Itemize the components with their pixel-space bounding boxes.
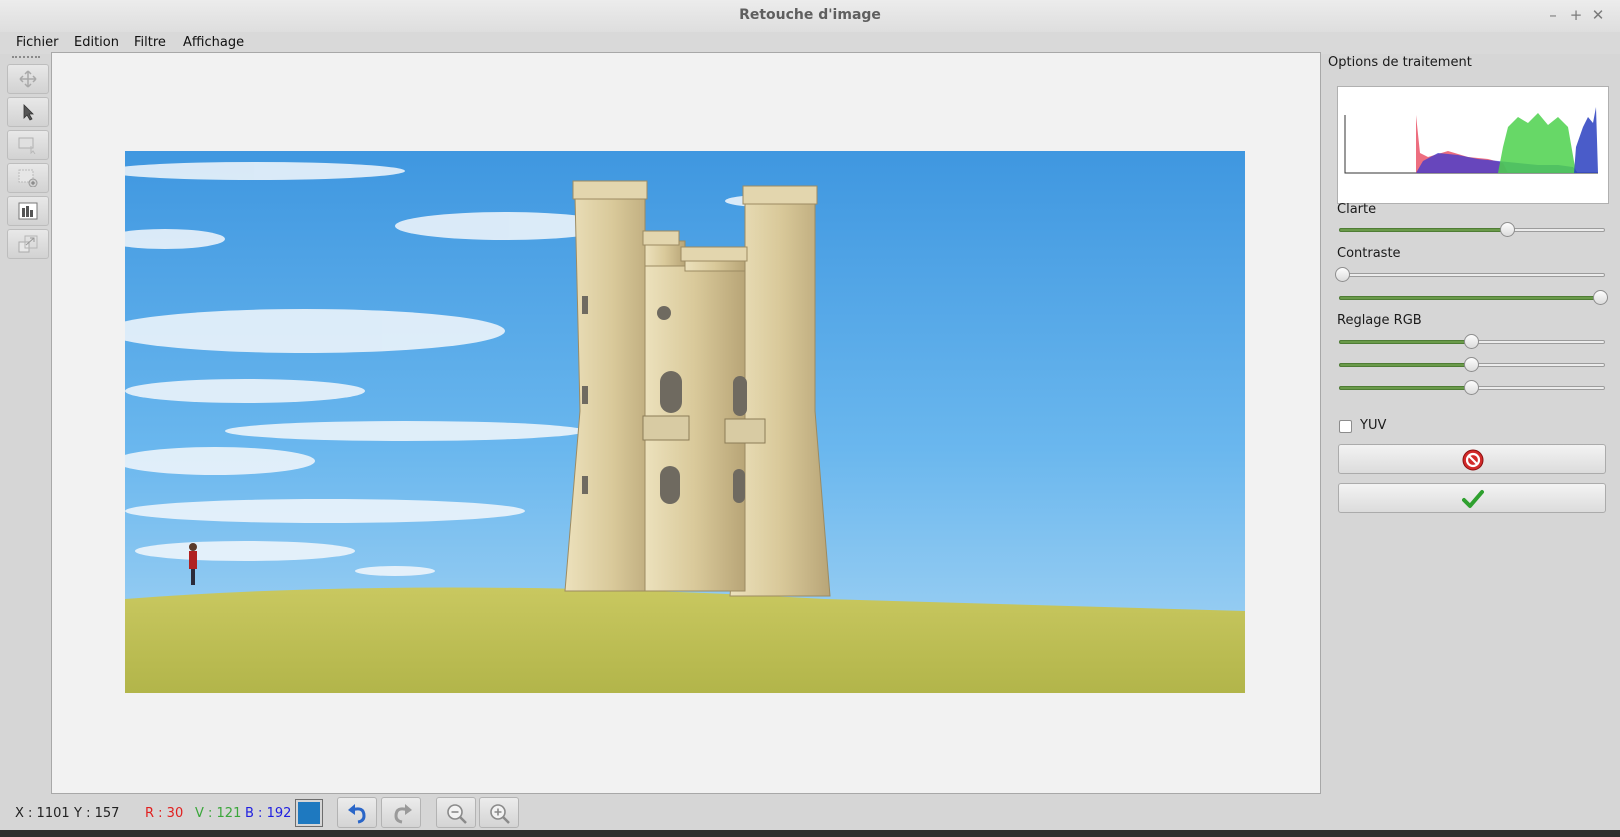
move-tool-button[interactable] — [7, 64, 49, 94]
castle-photo — [125, 151, 1245, 693]
contrast-high-slider-thumb[interactable] — [1593, 290, 1608, 305]
contrast-low-slider[interactable] — [1335, 267, 1605, 283]
zoom-out-button[interactable] — [436, 797, 476, 828]
cursor-x: X : 1101 — [15, 806, 70, 821]
rgb-green-slider-thumb[interactable] — [1464, 357, 1479, 372]
histogram-view — [1337, 86, 1609, 204]
pixel-color-fill — [298, 802, 320, 824]
pixel-color-swatch — [295, 799, 323, 827]
menu-filtre[interactable]: Filtre — [134, 35, 166, 50]
contrast-label: Contraste — [1337, 246, 1401, 261]
redo-icon — [394, 804, 412, 824]
undo-button[interactable] — [337, 797, 377, 828]
apply-button[interactable] — [1338, 483, 1606, 513]
undo-icon — [348, 804, 366, 824]
histogram-icon — [18, 202, 38, 220]
brightness-slider[interactable] — [1339, 222, 1605, 238]
pixel-green: V : 121 — [195, 806, 242, 821]
pointer-icon — [23, 104, 34, 121]
contrast-low-slider-thumb[interactable] — [1335, 267, 1350, 282]
zoom-out-icon — [447, 804, 467, 824]
window-title: Retouche d'image — [739, 7, 881, 23]
rgb-blue-slider[interactable] — [1339, 380, 1605, 396]
cancel-button[interactable] — [1338, 444, 1606, 474]
check-icon — [1462, 490, 1484, 508]
cursor-y: Y : 157 — [74, 806, 120, 821]
status-bar: X : 1101 Y : 157 R : 30 V : 121 B : 192 — [0, 795, 1620, 830]
histogram-tool-button[interactable] — [7, 196, 49, 226]
processing-options-panel: Options de traitement Clarte Contraste R… — [1328, 52, 1616, 792]
maximize-button[interactable]: + — [1567, 6, 1585, 24]
brightness-label: Clarte — [1337, 202, 1377, 217]
selection-rect-icon — [18, 137, 36, 154]
layer-add-icon — [18, 169, 38, 187]
rgb-red-slider-thumb[interactable] — [1464, 334, 1479, 349]
menu-affichage[interactable]: Affichage — [183, 35, 244, 50]
title-bar: Retouche d'image – + ✕ — [0, 0, 1620, 33]
move-icon — [19, 70, 37, 88]
zoom-in-button[interactable] — [479, 797, 519, 828]
select-tool-button[interactable] — [7, 97, 49, 127]
close-button[interactable]: ✕ — [1589, 6, 1607, 24]
brightness-slider-thumb[interactable] — [1500, 222, 1515, 237]
app-window: Retouche d'image – + ✕ Fichier Edition F… — [0, 0, 1620, 837]
rgb-label: Reglage RGB — [1337, 313, 1422, 328]
rgb-green-slider[interactable] — [1339, 357, 1605, 373]
toolbar-grip[interactable] — [12, 56, 40, 58]
menu-bar: Fichier Edition Filtre Affichage — [0, 32, 1620, 54]
desktop-strip — [0, 830, 1620, 837]
pixel-red: R : 30 — [145, 806, 184, 821]
cancel-icon — [1462, 449, 1484, 471]
histogram-chart — [1344, 107, 1598, 174]
image-preview[interactable] — [125, 151, 1245, 693]
yuv-checkbox[interactable] — [1339, 420, 1352, 433]
redo-button[interactable] — [381, 797, 421, 828]
pixel-blue: B : 192 — [245, 806, 292, 821]
contrast-high-slider[interactable] — [1339, 290, 1608, 306]
zoom-in-icon — [490, 804, 510, 824]
selection-rect-tool-button[interactable] — [7, 130, 49, 160]
panel-title: Options de traitement — [1328, 55, 1472, 70]
rgb-red-slider[interactable] — [1339, 334, 1605, 350]
rgb-blue-slider-thumb[interactable] — [1464, 380, 1479, 395]
resize-icon — [18, 235, 38, 253]
yuv-label: YUV — [1360, 418, 1387, 433]
image-canvas[interactable] — [51, 52, 1321, 794]
resize-tool-button[interactable] — [7, 229, 49, 259]
add-layer-tool-button[interactable] — [7, 163, 49, 193]
tool-palette — [5, 54, 49, 794]
menu-edition[interactable]: Edition — [74, 35, 119, 50]
menu-fichier[interactable]: Fichier — [16, 35, 59, 50]
minimize-button[interactable]: – — [1544, 6, 1562, 24]
